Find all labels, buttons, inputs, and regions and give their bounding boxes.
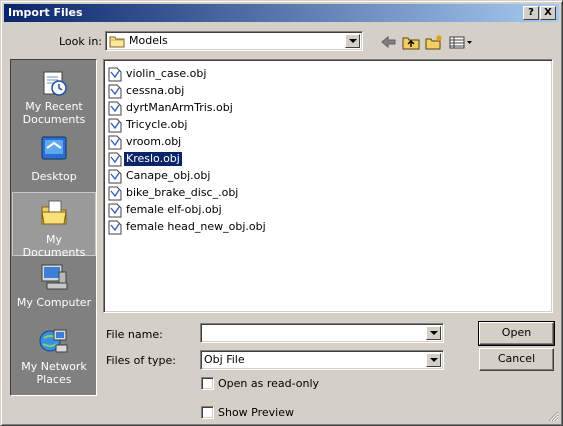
obj-file-icon: [108, 101, 122, 116]
chevron-down-icon[interactable]: [345, 34, 360, 48]
place-my-documents[interactable]: My Documents: [12, 192, 96, 259]
cancel-button[interactable]: Cancel: [479, 348, 554, 371]
new-folder-icon[interactable]: [424, 34, 444, 50]
file-name-label: File name:: [106, 328, 163, 341]
chevron-down-icon[interactable]: [426, 326, 441, 340]
show-preview-label[interactable]: Show Preview: [218, 406, 294, 420]
read-only-label[interactable]: Open as read-only: [218, 377, 319, 391]
help-button[interactable]: ?: [523, 6, 539, 20]
file-name-text: Tricycle.obj: [126, 118, 188, 131]
place-label-line2: Documents: [22, 113, 86, 126]
chevron-down-icon[interactable]: [426, 353, 441, 367]
look-in-value: Models: [129, 34, 168, 47]
file-name-text: cessna.obj: [126, 84, 185, 97]
look-in-label: Look in:: [59, 35, 102, 48]
files-of-type-label: Files of type:: [106, 354, 177, 367]
place-my-computer[interactable]: My Computer: [13, 258, 95, 322]
place-label-line2: Places: [36, 373, 72, 386]
file-name-text: female head_new_obj.obj: [126, 220, 266, 233]
file-name-text: female elf-obj.obj: [126, 203, 222, 216]
file-name-text: violin_case.obj: [126, 67, 207, 80]
import-files-dialog: Import Files ? X Look in: Models My Rece…: [0, 0, 563, 426]
obj-file-icon: [108, 84, 122, 99]
obj-file-icon: [108, 135, 122, 150]
place-label-line1: My Network: [21, 360, 87, 373]
places-bar: My Recent Documents Desktop My Documents…: [10, 59, 97, 396]
place-my-network-places[interactable]: My Network Places: [13, 322, 95, 386]
file-name-text: Kreslo.obj: [123, 151, 183, 167]
place-label-line1: My Recent: [25, 100, 83, 113]
back-arrow-icon[interactable]: [379, 34, 399, 50]
my-computer-icon: [39, 262, 69, 292]
obj-file-icon: [108, 67, 122, 82]
close-button[interactable]: X: [540, 6, 556, 20]
network-places-icon: [39, 326, 69, 356]
place-label-line1: Desktop: [31, 170, 77, 183]
recent-documents-icon: [39, 68, 69, 98]
show-preview-checkbox[interactable]: [201, 406, 214, 419]
obj-file-icon: [108, 152, 122, 167]
obj-file-icon: [108, 220, 122, 235]
title-bar[interactable]: Import Files ? X: [4, 4, 559, 22]
read-only-checkbox[interactable]: [201, 377, 214, 390]
file-name-text: Canape_obj.obj: [126, 169, 211, 182]
place-label-line1: My Documents: [22, 233, 86, 259]
my-documents-icon: [39, 197, 69, 227]
files-of-type-value: Obj File: [204, 353, 245, 366]
place-my-recent-documents[interactable]: My Recent Documents: [13, 64, 95, 128]
place-label-line1: My Computer: [16, 296, 92, 309]
file-list[interactable]: violin_case.obj cessna.obj dyrtManArmTris.…: [103, 59, 553, 313]
window-title: Import Files: [8, 6, 83, 19]
up-folder-icon[interactable]: [401, 34, 421, 50]
desktop-icon: [39, 134, 69, 164]
obj-file-icon: [108, 169, 122, 184]
resize-grip-icon[interactable]: [547, 410, 559, 422]
obj-file-icon: [108, 186, 122, 201]
look-in-combo[interactable]: Models: [105, 31, 363, 51]
file-name-text: bike_brake_disc_.obj: [126, 186, 239, 199]
file-name-text: vroom.obj: [126, 135, 182, 148]
obj-file-icon: [108, 118, 122, 133]
file-name-text: dyrtManArmTris.obj: [126, 101, 233, 114]
open-button[interactable]: Open: [478, 321, 555, 346]
place-desktop[interactable]: Desktop: [13, 130, 95, 194]
obj-file-icon: [108, 203, 122, 218]
files-of-type-select[interactable]: Obj File: [200, 350, 444, 370]
file-name-field[interactable]: [200, 323, 444, 343]
view-menu-icon[interactable]: [448, 34, 474, 50]
folder-icon: [109, 34, 125, 48]
